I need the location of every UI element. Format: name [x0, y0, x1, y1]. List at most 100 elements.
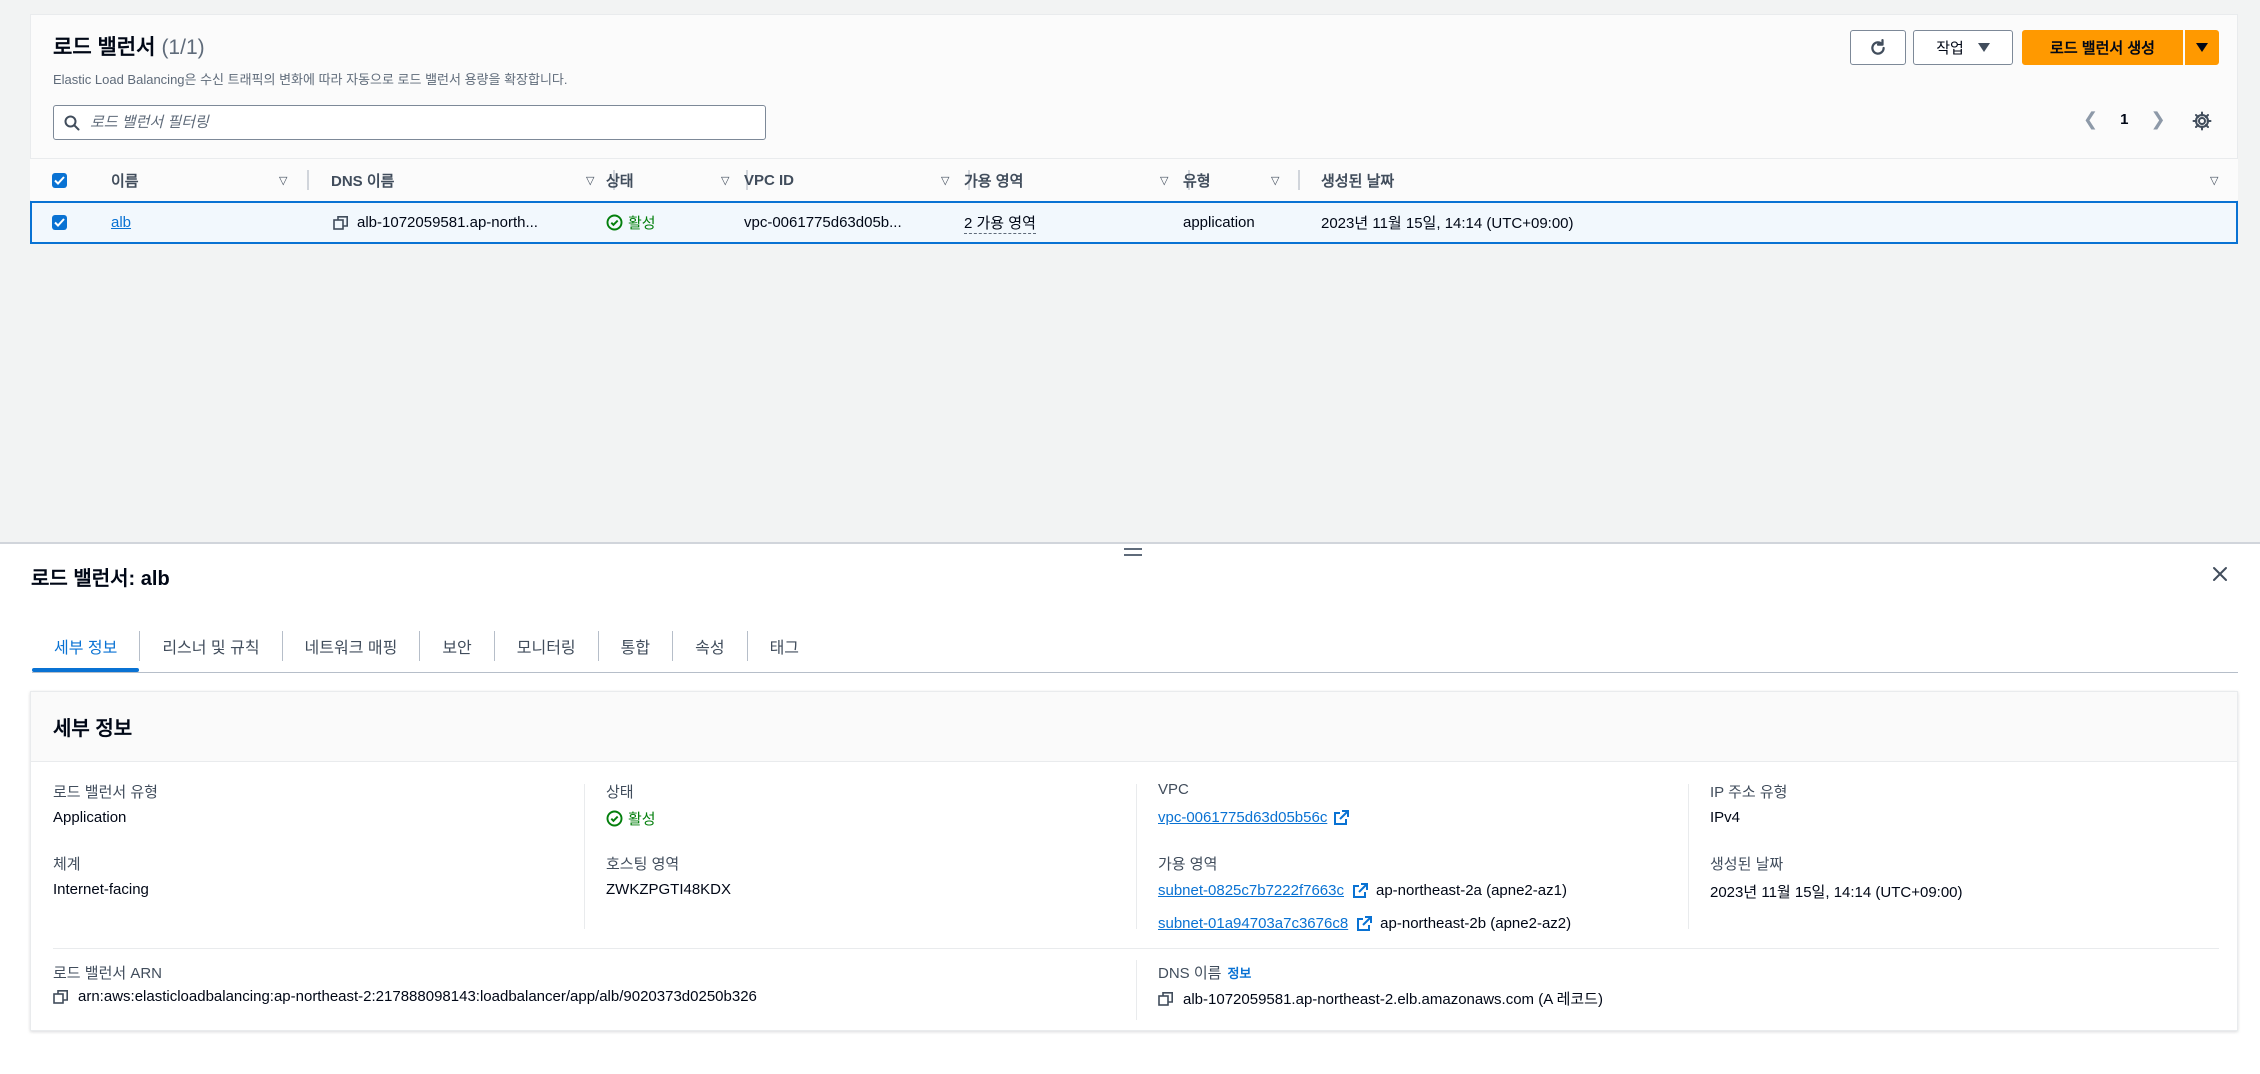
resize-handle-icon[interactable] — [1124, 548, 1142, 560]
tab-details[interactable]: 세부 정보 — [32, 620, 140, 672]
filter-input-wrapper[interactable] — [53, 105, 766, 140]
close-icon[interactable] — [2212, 566, 2228, 582]
copy-icon[interactable] — [53, 989, 69, 1005]
row-checkbox[interactable] — [52, 215, 67, 230]
vpc-label: VPC — [1158, 781, 1189, 798]
vpc-link[interactable]: vpc-0061775d63d05b56c — [1158, 809, 1327, 826]
create-load-balancer-button[interactable]: 로드 밸런서 생성 — [2022, 30, 2183, 65]
detail-panel-title: 로드 밸런서: alb — [31, 568, 170, 590]
check-icon — [54, 218, 65, 227]
sort-icon[interactable]: ▽ — [1160, 174, 1168, 187]
table-row[interactable]: alb alb-1072059581.ap-north... 활성 vpc-00… — [30, 201, 2238, 244]
caret-down-icon — [2196, 42, 2208, 52]
info-link[interactable]: 정보 — [1227, 966, 1251, 981]
column-divider[interactable] — [1298, 170, 1300, 190]
external-link-icon[interactable] — [1333, 809, 1350, 826]
lb-type-label: 로드 밸런서 유형 — [53, 784, 158, 801]
refresh-button[interactable] — [1850, 30, 1906, 65]
sort-icon[interactable]: ▽ — [2210, 174, 2218, 187]
row-state-cell: 활성 — [606, 203, 656, 242]
success-status-icon — [606, 810, 623, 827]
sort-icon[interactable]: ▽ — [1271, 174, 1279, 187]
column-header-az[interactable]: 가용 영역 ▽ — [964, 159, 1194, 201]
actions-dropdown-button[interactable]: 작업 — [1913, 30, 2013, 65]
prev-page-icon[interactable]: ❮ — [2083, 109, 2098, 130]
type-value: application — [1183, 214, 1255, 231]
split-panel-divider — [0, 542, 2260, 544]
check-icon — [54, 175, 65, 185]
tab-network-mapping[interactable]: 네트워크 매핑 — [283, 620, 420, 672]
row-divider — [53, 948, 2219, 949]
column-header-created[interactable]: 생성된 날짜 ▽ — [1321, 159, 2231, 201]
tab-tags[interactable]: 태그 — [748, 620, 821, 672]
dns-value: alb-1072059581.ap-northeast-2.elb.amazon… — [1183, 991, 1603, 1008]
column-header-vpc[interactable]: VPC ID ▽ — [744, 159, 974, 201]
sort-icon[interactable]: ▽ — [721, 174, 729, 187]
current-page[interactable]: 1 — [2120, 111, 2128, 128]
select-all-cell — [52, 159, 67, 201]
refresh-icon — [1871, 38, 1885, 55]
column-label: 유형 — [1183, 172, 1211, 190]
actions-label: 작업 — [1936, 40, 1964, 57]
copy-icon[interactable] — [333, 215, 349, 231]
scheme-value: Internet-facing — [53, 881, 149, 898]
tab-attributes[interactable]: 속성 — [673, 620, 746, 672]
details-section-title: 세부 정보 — [53, 718, 133, 740]
column-header-type[interactable]: 유형 ▽ — [1183, 159, 1333, 201]
column-header-name[interactable]: 이름 ▽ — [111, 159, 333, 201]
selection-count: (1/1) — [161, 36, 205, 59]
page-title-text: 로드 밸런서 — [53, 36, 156, 59]
created-value: 2023년 11월 15일, 14:14 (UTC+09:00) — [1321, 215, 1574, 232]
filter-input[interactable] — [90, 114, 730, 131]
row-created-cell: 2023년 11월 15일, 14:14 (UTC+09:00) — [1321, 203, 1574, 242]
row-select-cell — [52, 203, 67, 242]
page-title: 로드 밸런서 (1/1) — [53, 31, 205, 61]
tab-monitoring[interactable]: 모니터링 — [495, 620, 598, 672]
load-balancer-list-panel: 로드 밸런서 (1/1) Elastic Load Balancing은 수신 트… — [0, 0, 2260, 542]
next-page-icon[interactable]: ❯ — [2150, 109, 2165, 130]
subnet-item: subnet-0825c7b7222f7663c ap-northeast-2a… — [1158, 882, 1567, 899]
dns-label: DNS 이름 — [1158, 965, 1222, 982]
sort-icon[interactable]: ▽ — [586, 174, 594, 187]
row-type-cell: application — [1183, 203, 1255, 242]
column-divider — [1136, 784, 1137, 929]
availability-zones-popover-trigger[interactable]: 2 가용 영역 — [964, 212, 1036, 234]
column-label: 가용 영역 — [964, 172, 1024, 190]
subnet-item: subnet-01a94703a7c3676c8 ap-northeast-2b… — [1158, 915, 1571, 932]
page-description: Elastic Load Balancing은 수신 트래픽의 변화에 따라 자… — [53, 72, 568, 87]
column-label: 이름 — [111, 172, 139, 190]
create-options-dropdown-button[interactable] — [2185, 30, 2219, 65]
search-icon — [64, 115, 80, 130]
tab-integrations[interactable]: 통합 — [599, 620, 672, 672]
sort-icon[interactable]: ▽ — [941, 174, 949, 187]
lb-type-value: Application — [53, 809, 127, 826]
external-link-icon[interactable] — [1352, 882, 1368, 899]
sort-icon[interactable]: ▽ — [279, 174, 287, 187]
column-divider — [584, 784, 585, 929]
ip-type-label: IP 주소 유형 — [1710, 784, 1788, 801]
subnet-link[interactable]: subnet-01a94703a7c3676c8 — [1158, 915, 1348, 932]
column-divider[interactable] — [307, 170, 309, 190]
dns-label-row: DNS 이름 정보 — [1158, 962, 1251, 983]
vpc-id-value: vpc-0061775d63d05b... — [744, 214, 902, 231]
column-label: DNS 이름 — [331, 172, 395, 190]
state-value: 활성 — [628, 215, 656, 232]
external-link-icon[interactable] — [1356, 915, 1373, 932]
select-all-checkbox[interactable] — [52, 172, 67, 188]
column-header-state[interactable]: 상태 ▽ — [606, 159, 748, 201]
row-az-cell: 2 가용 영역 — [964, 203, 1036, 242]
arn-label: 로드 밸런서 ARN — [53, 965, 163, 982]
column-header-dns[interactable]: DNS 이름 ▽ — [331, 159, 615, 201]
tabs-underline — [32, 672, 2238, 673]
subnet-link[interactable]: subnet-0825c7b7222f7663c — [1158, 882, 1344, 899]
details-card: 세부 정보 로드 밸런서 유형 Application 체계 Internet-… — [30, 691, 2238, 1031]
gear-icon[interactable] — [2192, 111, 2212, 131]
arn-field: arn:aws:elasticloadbalancing:ap-northeas… — [53, 988, 757, 1005]
load-balancer-name-link[interactable]: alb — [111, 214, 131, 231]
copy-icon[interactable] — [1158, 991, 1174, 1007]
tab-security[interactable]: 보안 — [420, 620, 493, 672]
tab-listeners-and-rules[interactable]: 리스너 및 규칙 — [140, 620, 281, 672]
az-label: 가용 영역 — [1158, 856, 1218, 873]
column-label: 생성된 날짜 — [1321, 172, 1395, 190]
state-label: 상태 — [606, 784, 634, 801]
